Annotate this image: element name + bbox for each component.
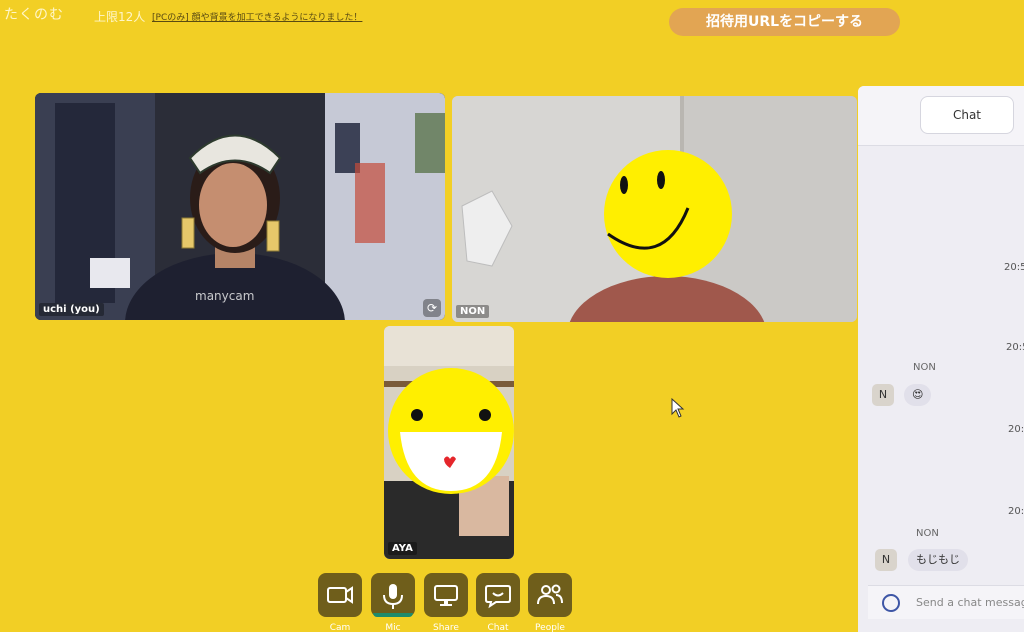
people-icon (528, 573, 572, 617)
chat-tab-bar: Chat (858, 86, 1024, 146)
participant-name-aya: AYA (388, 542, 417, 555)
copy-invite-url-button[interactable]: 招待用URLをコピーする (669, 8, 900, 36)
emoji-icon[interactable] (882, 594, 900, 612)
chat-bubble-icon (476, 573, 520, 617)
chat-panel: Chat 20:5 20:5 NON N 😍 20: 20: NON N もじも… (858, 86, 1024, 632)
chat-input-bar[interactable]: Send a chat message (868, 585, 1024, 619)
people-button[interactable]: People (528, 573, 572, 632)
tab-chat[interactable]: Chat (920, 96, 1014, 134)
room-capacity: 上限12人 (94, 10, 146, 24)
manycam-watermark: manycam (195, 289, 255, 303)
video-tile-non: NON (452, 96, 857, 322)
chat-input-placeholder: Send a chat message (916, 596, 1024, 609)
cam-button[interactable]: Cam (318, 573, 362, 632)
share-label: Share (433, 623, 459, 632)
room-name: たくのむ (4, 7, 64, 23)
people-label: People (535, 623, 565, 632)
participant-name-non: NON (456, 305, 490, 318)
avatar: N (872, 384, 894, 406)
mic-button[interactable]: Mic (371, 573, 415, 632)
feature-notice-link[interactable]: [PCのみ] 顔や背景を加工できるようになりました！ (152, 10, 362, 23)
chat-timestamp: 20: (1008, 424, 1024, 435)
chat-timestamp: 20:5 (1006, 342, 1024, 353)
avatar: N (875, 549, 897, 571)
video-feed-non (452, 96, 857, 322)
camera-icon (318, 573, 362, 617)
participant-name-uchi: uchi (you) (39, 303, 104, 316)
camera-flip-icon[interactable]: ⟳ (423, 299, 441, 317)
chat-timestamp: 20: (1008, 506, 1024, 517)
chat-timestamp: 20:5 (1004, 262, 1024, 273)
share-button[interactable]: Share (424, 573, 468, 632)
chat-button[interactable]: Chat (476, 573, 520, 632)
mic-level-bar (373, 613, 413, 617)
mic-label: Mic (385, 623, 401, 632)
mouse-cursor-icon (671, 397, 685, 422)
chat-message-text: もじもじ (908, 549, 968, 571)
chat-message-emoji: 😍 (904, 384, 932, 406)
top-bar: たくのむ 上限12人 [PCのみ] 顔や背景を加工できるようになりました！ 招待… (0, 0, 1024, 40)
video-feed-uchi (35, 93, 445, 320)
video-tile-aya: AYA (384, 326, 514, 559)
video-tile-uchi: manycam uchi (you) ⟳ (35, 93, 445, 320)
smiley-face-sticker (604, 150, 732, 278)
chat-sender-name: NON (913, 362, 936, 373)
cam-label: Cam (329, 623, 351, 632)
chat-label: Chat (487, 623, 509, 632)
chat-sender-name: NON (916, 528, 939, 539)
video-feed-aya (384, 326, 514, 559)
monitor-icon (424, 573, 468, 617)
microphone-icon (371, 573, 415, 617)
